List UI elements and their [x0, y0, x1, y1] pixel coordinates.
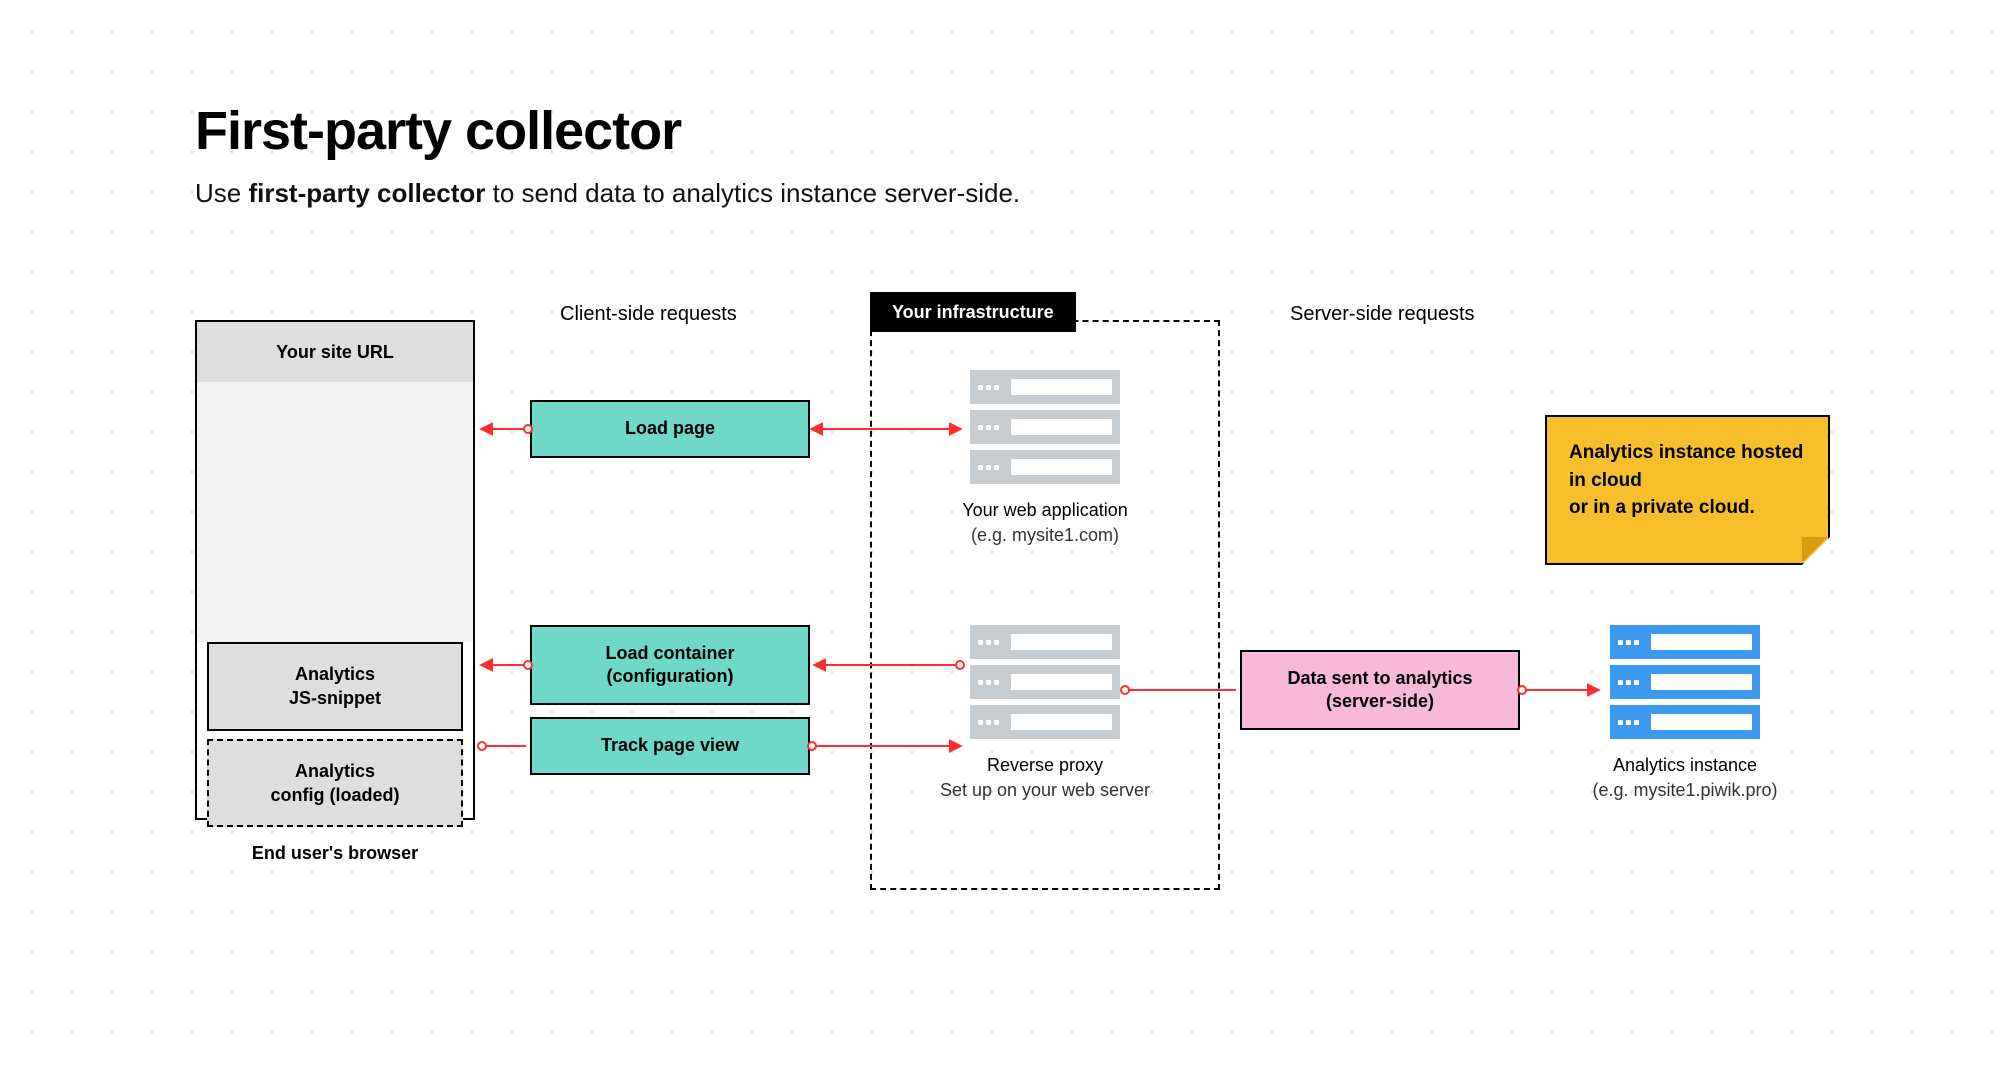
proxy-title: Reverse proxy — [895, 753, 1195, 778]
webapp-title: Your web application — [895, 498, 1195, 523]
server-proxy-caption: Reverse proxy Set up on your web server — [895, 753, 1195, 803]
server-analytics-caption: Analytics instance (e.g. mysite1.piwik.p… — [1535, 753, 1835, 803]
subtitle-prefix: Use — [195, 178, 248, 208]
proxy-sub: Set up on your web server — [895, 778, 1195, 803]
sticky-note: Analytics instance hosted in cloudor in … — [1545, 415, 1830, 565]
flow-track-page-view: Track page view — [530, 717, 810, 775]
server-proxy-icon — [970, 625, 1120, 745]
subtitle-suffix: to send data to analytics instance serve… — [485, 178, 1020, 208]
analytics-sub: (e.g. mysite1.piwik.pro) — [1535, 778, 1835, 803]
diagram-title: First-party collector — [195, 100, 681, 162]
server-webapp-icon — [970, 370, 1120, 490]
analytics-title: Analytics instance — [1535, 753, 1835, 778]
webapp-sub: (e.g. mysite1.com) — [895, 523, 1195, 548]
browser-config-box: Analyticsconfig (loaded) — [207, 739, 463, 828]
browser-window: Your site URL AnalyticsJS-snippet Analyt… — [195, 320, 475, 820]
section-server-side: Server-side requests — [1290, 303, 1475, 326]
diagram-subtitle: Use first-party collector to send data t… — [195, 178, 1020, 209]
flow-data-sent: Data sent to analytics(server-side) — [1240, 650, 1520, 730]
flow-load-page: Load page — [530, 400, 810, 458]
browser-body — [197, 382, 473, 642]
subtitle-bold: first-party collector — [248, 178, 485, 208]
section-client-side: Client-side requests — [560, 303, 737, 326]
flow-load-container: Load container(configuration) — [530, 625, 810, 705]
browser-caption: End user's browser — [195, 843, 475, 864]
browser-url-bar: Your site URL — [197, 322, 473, 382]
browser-snippet-box: AnalyticsJS-snippet — [207, 642, 463, 731]
server-analytics-icon — [1610, 625, 1760, 745]
server-webapp-caption: Your web application (e.g. mysite1.com) — [895, 498, 1195, 548]
